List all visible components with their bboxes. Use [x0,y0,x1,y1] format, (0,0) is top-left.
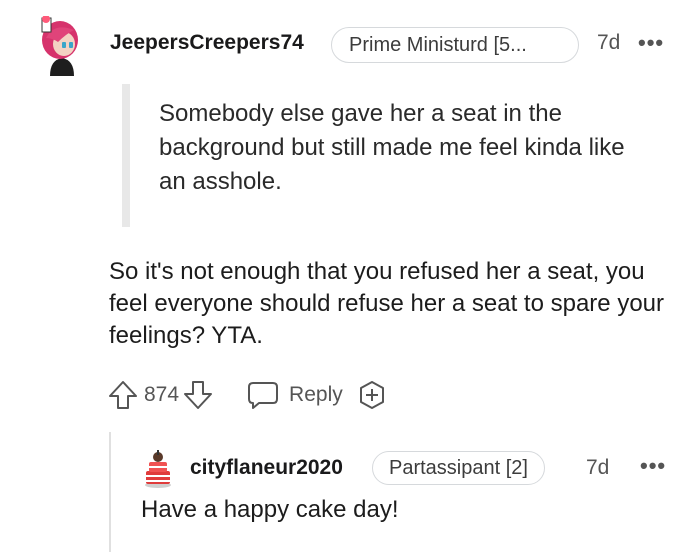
upvote-icon[interactable] [108,379,138,411]
comment-body: So it's not enough that you refused her … [109,258,664,349]
reply-body: Have a happy cake day! [141,496,399,523]
comment-action-bar: 874 Reply [108,375,387,415]
reply-timestamp[interactable]: 7d [586,456,609,480]
quoted-text: Somebody else gave her a seat in the bac… [159,100,625,195]
downvote-icon[interactable] [183,379,213,411]
reply-username[interactable]: cityflaneur2020 [190,456,343,480]
comment-icon [247,380,279,410]
comment-timestamp[interactable]: 7d [597,31,620,55]
user-flair: Prime Ministurd [5... [331,27,579,63]
vote-count: 874 [144,383,180,406]
reply-button[interactable]: Reply [247,380,343,410]
reply-user-avatar[interactable] [141,449,175,489]
more-options-button[interactable]: ••• [638,30,664,56]
award-icon [357,379,387,411]
quote-bar [122,84,130,227]
user-avatar[interactable] [36,15,88,76]
thread-line[interactable] [109,432,111,552]
award-button[interactable] [357,379,387,411]
reply-user-flair: Partassipant [2] [372,451,545,485]
reply-label: Reply [289,383,343,406]
comment-username[interactable]: JeepersCreepers74 [110,31,304,55]
reply-more-options-button[interactable]: ••• [640,453,666,479]
